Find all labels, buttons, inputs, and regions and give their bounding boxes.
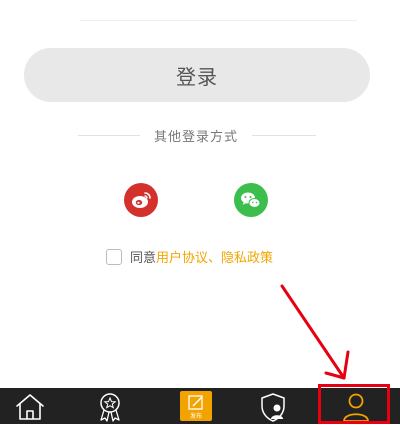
highlight-box-annotation [318, 384, 390, 424]
tab-ranking[interactable] [80, 388, 160, 424]
tab-home[interactable] [0, 388, 80, 424]
publish-label: 发布 [189, 413, 202, 420]
home-icon [16, 394, 44, 420]
red-arrow-annotation [280, 284, 350, 380]
award-icon [100, 393, 120, 422]
shield-user-icon [261, 393, 285, 422]
tab-security[interactable] [240, 388, 320, 424]
tab-publish[interactable]: 发布 [180, 391, 212, 421]
